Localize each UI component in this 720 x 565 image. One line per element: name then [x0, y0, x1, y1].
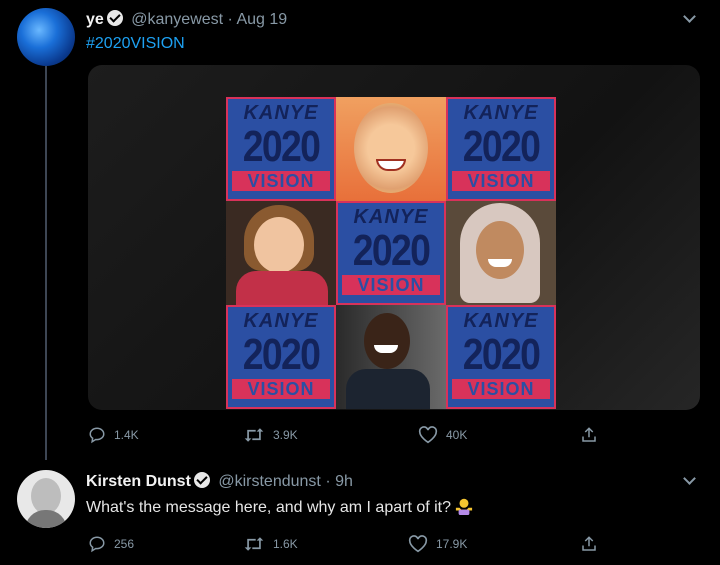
kanye-poster: KANYE 2020 VISION [336, 201, 446, 305]
chevron-down-icon[interactable] [683, 10, 696, 23]
like-button[interactable]: 40K [418, 426, 467, 444]
like-icon [418, 426, 438, 444]
thread-line [45, 66, 47, 460]
avatar[interactable] [17, 470, 75, 528]
reply-button[interactable]: 1.4K [88, 426, 139, 444]
reply-button[interactable]: 256 [88, 535, 134, 553]
retweet-icon [244, 537, 264, 551]
share-button[interactable] [580, 426, 606, 444]
like-count: 17.9K [436, 537, 468, 551]
kanye-poster: KANYE 2020 VISION [226, 305, 336, 409]
tweet-header: Kirsten Dunst @kirstendunst · 9h [86, 472, 353, 491]
kanye-poster: KANYE 2020 VISION [226, 97, 336, 201]
handle[interactable]: @kanyewest [131, 11, 223, 28]
retweet-count: 3.9K [273, 428, 298, 442]
photo-laughing-woman [336, 97, 446, 201]
photo-woman-bob [226, 201, 336, 305]
timestamp[interactable]: · Aug 19 [228, 11, 288, 28]
woman-shrugging-emoji [455, 498, 473, 515]
reply-count: 1.4K [114, 428, 139, 442]
timestamp[interactable]: · 9h [325, 473, 353, 490]
reply-icon [89, 536, 105, 553]
reply-count: 256 [114, 537, 135, 551]
share-button[interactable] [580, 535, 606, 553]
verified-icon [193, 472, 210, 488]
kanye-poster: KANYE 2020 VISION [446, 305, 556, 409]
reply-icon [89, 427, 105, 444]
share-icon [582, 427, 596, 442]
retweet-button[interactable]: 1.6K [243, 535, 298, 553]
handle[interactable]: @kirstendunst [218, 473, 321, 490]
verified-icon [106, 10, 123, 26]
retweet-icon [244, 428, 264, 442]
retweet-button[interactable]: 3.9K [243, 426, 298, 444]
like-icon [408, 535, 428, 553]
kanye-poster: KANYE 2020 VISION [446, 97, 556, 201]
avatar[interactable] [17, 8, 75, 66]
retweet-count: 1.6K [273, 537, 298, 551]
tweet-image[interactable]: KANYE 2020 VISION KANYE 2020 VISION KANYE 202… [88, 65, 700, 410]
like-button[interactable]: 17.9K [408, 535, 467, 553]
tweet-text: What's the message here, and why am I ap… [86, 497, 473, 517]
photo-woman-hijab [446, 201, 556, 305]
photo-man-smiling [336, 305, 446, 409]
display-name[interactable]: ye [86, 11, 104, 28]
share-icon [582, 536, 596, 551]
hashtag-link[interactable]: #2020VISION [86, 35, 185, 53]
display-name[interactable]: Kirsten Dunst [86, 473, 191, 490]
like-count: 40K [446, 428, 468, 442]
tweet-header: ye @kanyewest · Aug 19 [86, 10, 287, 29]
tweet-kanye[interactable]: ye @kanyewest · Aug 19 #2020VISION KANYE… [0, 0, 720, 460]
poster-grid: KANYE 2020 VISION KANYE 2020 VISION KANYE 202… [226, 97, 556, 409]
